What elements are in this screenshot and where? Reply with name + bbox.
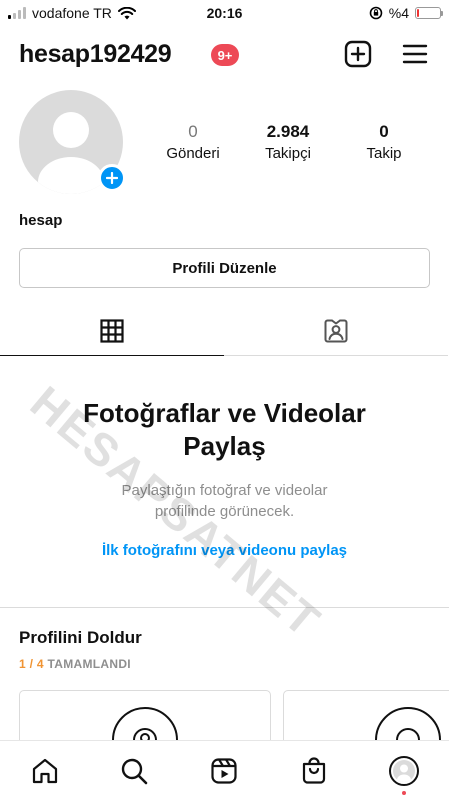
battery-percent: %4 (388, 5, 409, 21)
username[interactable]: hesap192429 (19, 40, 172, 69)
reels-icon (211, 758, 237, 784)
nav-search[interactable] (118, 755, 150, 787)
menu-button[interactable] (399, 38, 431, 70)
following-count: 0 (379, 122, 389, 141)
home-icon (32, 758, 58, 784)
grid-icon (100, 318, 124, 343)
new-post-icon (344, 40, 372, 68)
stat-following[interactable]: 0 Takip (339, 121, 429, 162)
battery-icon (415, 7, 443, 19)
followers-label: Takipçi (265, 145, 311, 162)
progress-count: 1 / 4 (19, 657, 44, 671)
display-name: hesap (19, 212, 63, 229)
profile-tabs (0, 306, 449, 356)
nav-shop[interactable] (298, 755, 330, 787)
plus-icon (106, 172, 118, 184)
stat-posts[interactable]: 0 Gönderi (148, 121, 238, 162)
default-avatar-icon (397, 764, 411, 782)
empty-state-subtitle: Paylaştığın fotoğraf ve videolar profili… (121, 482, 328, 520)
tab-tagged[interactable] (224, 306, 448, 356)
profile-avatar-container[interactable] (19, 90, 126, 194)
profile-avatar (389, 756, 419, 786)
nav-reels[interactable] (208, 755, 240, 787)
share-first-photo-link[interactable]: İlk fotoğrafını veya videonu paylaş (0, 542, 449, 559)
notification-dot (402, 791, 406, 795)
section-divider (0, 607, 449, 608)
tab-posts-grid[interactable] (0, 306, 224, 356)
bottom-navigation (0, 740, 449, 800)
profile-header: hesap192429 9+ (0, 36, 449, 76)
complete-profile-progress: 1 / 4 TAMAMLANDI (19, 657, 131, 671)
complete-profile-title: Profilini Doldur (19, 628, 142, 647)
status-bar: vodafone TR 20:16 %4 (0, 0, 449, 26)
tagged-icon (324, 319, 348, 342)
stat-followers[interactable]: 2.984 Takipçi (243, 121, 333, 162)
posts-label: Gönderi (166, 145, 220, 162)
following-label: Takip (366, 145, 402, 162)
nav-home[interactable] (29, 755, 61, 787)
new-post-button[interactable] (342, 38, 374, 70)
menu-icon (402, 44, 428, 64)
orientation-lock-icon (369, 6, 383, 20)
followers-count: 2.984 (266, 122, 310, 141)
search-icon (121, 758, 148, 785)
progress-label: TAMAMLANDI (47, 657, 131, 671)
posts-count: 0 (188, 122, 198, 141)
notification-badge[interactable]: 9+ (211, 44, 239, 66)
shop-icon (302, 757, 326, 784)
status-right: %4 (369, 5, 443, 21)
edit-profile-button[interactable]: Profili Düzenle (19, 248, 430, 288)
empty-state-title: Fotoğraflar ve Videolar Paylaş (83, 398, 366, 461)
add-story-button[interactable] (98, 164, 126, 192)
nav-profile[interactable] (388, 755, 420, 787)
